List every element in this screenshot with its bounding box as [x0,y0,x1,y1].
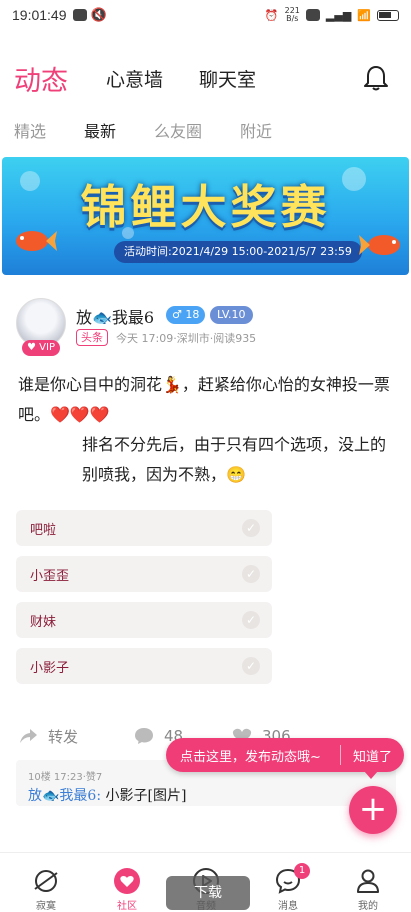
vote-option[interactable]: 小影子 ✓ [16,648,272,684]
gender-age-badge: ♂ 18 [166,306,206,324]
headline-tag: 头条 [76,329,108,346]
wifi-icon: 📶 [357,8,371,22]
nav-messages[interactable]: 1 消息 [258,863,318,912]
comment-icon [135,728,153,744]
user-icon [357,869,379,893]
alarm-icon: ⏰ [264,8,279,22]
status-bar: 19:01:49 🔇 ⏰ 221 B/s ▂▄▆ 📶 [0,0,411,30]
comment-text: 小影子[图片] [105,788,187,804]
tab-friends-circle[interactable]: 么友圈 [154,118,202,154]
share-icon [20,729,37,743]
check-icon: ✓ [242,611,260,629]
hd-icon [305,9,320,21]
mute-icon: 🔇 [90,7,107,23]
post-text-line-2: 排名不分先后，由于只有四个选项，没上的别喷我，因为不熟，😁 [82,435,387,484]
tab-nearby[interactable]: 附近 [240,118,272,154]
level-badge: LV.10 [210,306,253,324]
got-it-button[interactable]: 知道了 [341,746,404,765]
feed-tabs: 精选 最新 么友圈 附近 [0,118,411,162]
check-icon: ✓ [242,519,260,537]
post-username[interactable]: 放🐟我最6 [76,304,154,328]
banner-date: 活动时间:2021/4/29 15:00-2021/5/7 23:59 [114,241,362,263]
share-button[interactable]: 转发 [18,726,78,747]
nav-community[interactable]: 社区 [97,867,157,912]
network-speed: 221 B/s [284,6,300,23]
vote-option-label: 小影子 [30,660,70,676]
publish-tip-popup[interactable]: 点击这里，发布动态哦~ 知道了 [166,738,404,779]
signal-icon: ▂▄▆ [325,8,352,22]
banner-title: 锦鲤大奖赛 [80,180,331,234]
nav-wish-wall[interactable]: 心意墙 [106,65,163,92]
vote-option-label: 小歪歪 [30,568,70,584]
post-text-line-1: 谁是你心目中的洞花💃，赶紧给你心怡的女神投一票吧。❤️❤️❤️ [18,375,390,424]
share-label: 转发 [48,727,79,746]
post-meta: 今天 17:09·深圳市·阅读935 [116,332,257,345]
promo-banner[interactable]: 锦鲤大奖赛 活动时间:2021/4/29 15:00-2021/5/7 23:5… [2,157,409,275]
download-toast: 下载 [166,876,250,910]
battery-icon [377,9,399,21]
page-title: 动态 [14,65,68,97]
planet-icon [34,870,58,892]
koi-fish-icon [16,231,57,251]
koi-fish-icon-right [359,235,400,255]
app-header: 动态 心意墙 聊天室 [0,50,411,106]
post-content[interactable]: 谁是你心目中的洞花💃，赶紧给你心怡的女神投一票吧。❤️❤️❤️ 排名不分先后，由… [18,370,398,490]
nav-lonely[interactable]: 寂寞 [16,867,76,912]
community-heart-icon [114,868,140,894]
tab-latest[interactable]: 最新 [84,118,116,162]
nav-profile[interactable]: 我的 [338,867,398,912]
vote-option[interactable]: 财妹 ✓ [16,602,272,638]
vote-option-label: 财妹 [30,614,57,630]
tab-featured[interactable]: 精选 [14,118,46,154]
comment-author[interactable]: 放🐟我最6: [28,788,101,804]
bell-icon[interactable] [363,64,389,92]
vote-option-label: 吧啦 [30,522,57,538]
check-icon: ✓ [242,657,260,675]
tip-text: 点击这里，发布动态哦~ [180,749,321,765]
app-notification-icon [72,9,87,21]
check-icon: ✓ [242,565,260,583]
message-badge: 1 [294,863,310,879]
add-post-button[interactable]: + [349,786,397,834]
vip-badge: ♥ VIP [22,340,60,356]
vote-option[interactable]: 小歪歪 ✓ [16,556,272,592]
vote-options: 吧啦 ✓ 小歪歪 ✓ 财妹 ✓ 小影子 ✓ [16,510,272,694]
nav-chat-room[interactable]: 聊天室 [199,65,256,92]
status-time: 19:01:49 [12,7,67,23]
vote-option[interactable]: 吧啦 ✓ [16,510,272,546]
